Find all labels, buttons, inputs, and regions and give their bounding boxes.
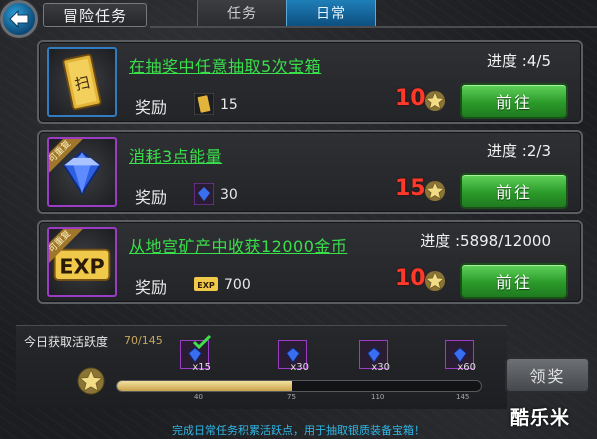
diamond-icon: [194, 183, 214, 205]
diamond-icon: [285, 346, 300, 363]
milestone-threshold: 75: [287, 393, 296, 401]
activity-progress-bar: [116, 380, 482, 392]
go-button[interactable]: 前往: [460, 83, 568, 119]
star-badge-icon: [425, 180, 445, 201]
reward-amount: 700: [224, 277, 251, 293]
svg-text:EXP: EXP: [197, 281, 215, 290]
task-item-frame: EXP 可重复: [47, 227, 117, 297]
task-card: EXP 可重复 从地宫矿产中收获12000金币 进度 :5898/12000 奖…: [37, 220, 583, 304]
header-divider: [150, 26, 597, 28]
diamond-icon: [366, 346, 381, 363]
task-progress: 进度 :4/5: [487, 52, 551, 70]
milestone-chest[interactable]: x30: [359, 340, 390, 374]
footer-hint: 完成日常任务积累活跃点，用于抽取银质装备宝箱！: [172, 424, 425, 437]
page-title: 冒险任务: [43, 3, 147, 27]
milestone-chest[interactable]: x60: [445, 340, 476, 374]
activity-label: 今日获取活跃度: [24, 335, 109, 349]
task-name[interactable]: 消耗3点能量: [129, 143, 222, 167]
milestone-threshold: 40: [194, 393, 203, 401]
svg-text:EXP: EXP: [59, 254, 104, 278]
activity-value: 70/145: [124, 334, 163, 347]
star-badge-icon: [425, 90, 445, 111]
go-button[interactable]: 前往: [460, 173, 568, 209]
milestone-reward: x30: [371, 362, 390, 373]
activity-progress-fill: [117, 381, 292, 391]
tab-daily[interactable]: 日常: [286, 0, 376, 27]
activity-points: 15: [395, 176, 426, 201]
milestone-reward: x15: [192, 362, 211, 373]
star-badge-icon: [425, 270, 445, 291]
back-arrow-icon: [9, 10, 29, 28]
task-card: 可重复 消耗3点能量 进度 :2/3 奖励 30 15 前往: [37, 130, 583, 214]
reward-amount: 15: [220, 97, 238, 113]
diamond-icon: [452, 346, 467, 363]
task-item-frame: 扫: [47, 47, 117, 117]
milestone-reward: x60: [457, 362, 476, 373]
checkmark-icon: [192, 334, 212, 350]
ticket-icon: [194, 93, 214, 115]
task-card: 扫 在抽奖中任意抽取5次宝箱 进度 :4/5 奖励 15 10 前往: [37, 40, 583, 124]
tab-tasks[interactable]: 任务: [197, 0, 287, 27]
go-button[interactable]: 前往: [460, 263, 568, 299]
task-progress: 进度 :2/3: [487, 142, 551, 160]
reward-label: 奖励: [135, 278, 168, 297]
reward-label: 奖励: [135, 188, 168, 207]
star-badge-icon: [77, 367, 105, 395]
claim-reward-button[interactable]: 领奖: [505, 357, 590, 393]
back-button[interactable]: [0, 0, 38, 38]
milestone-reward: x30: [290, 362, 309, 373]
activity-points: 10: [395, 266, 426, 291]
reward-label: 奖励: [135, 98, 168, 117]
task-name[interactable]: 在抽奖中任意抽取5次宝箱: [129, 53, 321, 77]
watermark-logo: 酷乐米: [510, 407, 571, 429]
milestone-threshold: 110: [371, 393, 385, 401]
task-progress: 进度 :5898/12000: [420, 232, 551, 250]
exp-icon: EXP: [194, 277, 218, 291]
activity-points: 10: [395, 86, 426, 111]
task-item-frame: 可重复: [47, 137, 117, 207]
milestone-chest[interactable]: x15: [180, 334, 212, 374]
task-name[interactable]: 从地宫矿产中收获12000金币: [129, 233, 347, 257]
reward-amount: 30: [220, 187, 238, 203]
ticket-icon: 扫: [62, 53, 102, 111]
milestone-chest[interactable]: x30: [278, 340, 309, 374]
milestone-threshold: 145: [456, 393, 470, 401]
